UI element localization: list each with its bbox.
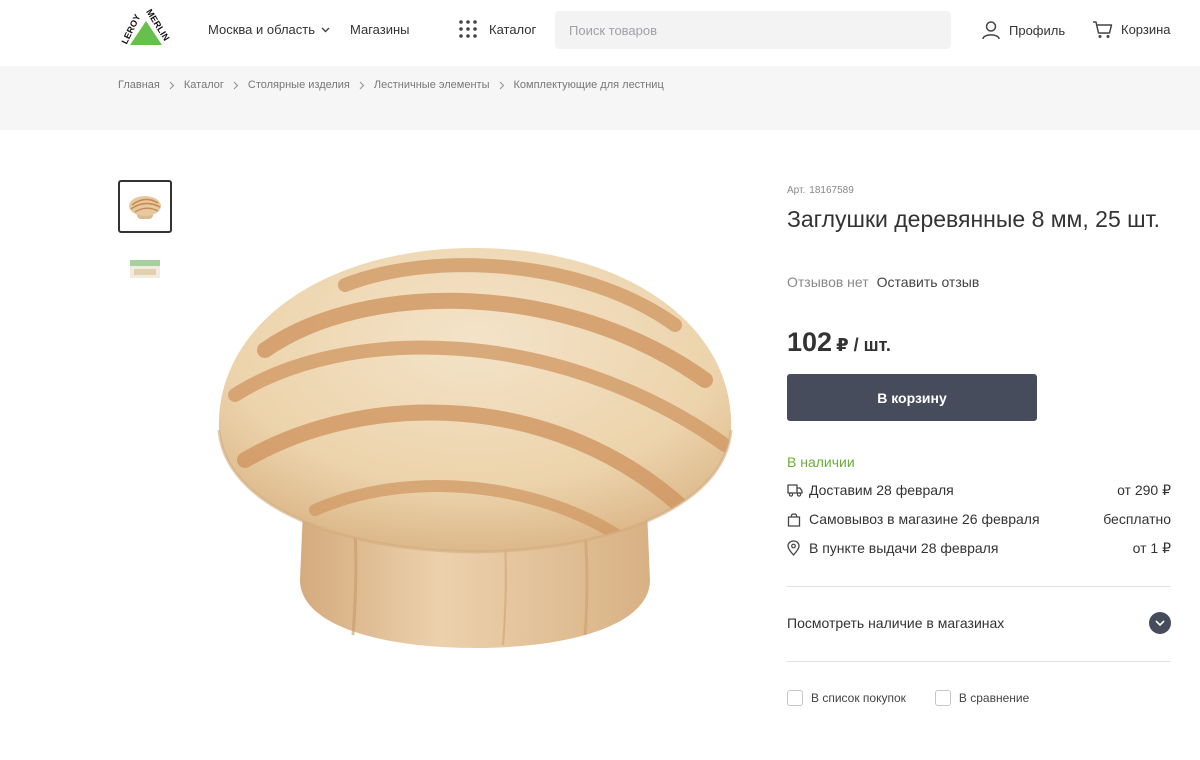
search-input[interactable]	[555, 11, 951, 49]
package-thumbnail-image	[130, 259, 160, 278]
breadcrumb-item-stair-elements[interactable]: Лестничные элементы	[374, 79, 490, 91]
grid-dots-icon	[459, 20, 477, 38]
gallery-thumbnail-2[interactable]	[118, 241, 172, 294]
leave-review-link[interactable]: Оставить отзыв	[877, 274, 980, 290]
breadcrumb: Главная Каталог Столярные изделия Лестни…	[118, 79, 664, 91]
add-to-cart-button[interactable]: В корзину	[787, 374, 1037, 421]
user-icon	[982, 21, 1000, 40]
chevron-right-icon	[499, 81, 505, 90]
pickup-point-cost: от 1 ₽	[1132, 539, 1171, 556]
product-main-image	[217, 248, 733, 648]
pickup-point-text: В пункте выдачи 28 февраля	[809, 540, 999, 556]
price-value: 102	[787, 327, 833, 357]
reviews-count: Отзывов нет	[787, 274, 869, 290]
wood-plug-thumbnail-image	[129, 195, 161, 219]
pickup-cost: бесплатно	[1103, 511, 1171, 527]
chevron-right-icon	[233, 81, 239, 90]
divider	[787, 586, 1171, 587]
checkbox-box[interactable]	[787, 690, 803, 706]
breadcrumb-item-joinery[interactable]: Столярные изделия	[248, 79, 350, 91]
product-title: Заглушки деревянные 8 мм, 25 шт.	[787, 206, 1160, 232]
pickup-text: Самовывоз в магазине 26 февраля	[809, 511, 1040, 527]
profile-link[interactable]: Профиль	[981, 20, 1065, 40]
compare-label: В сравнение	[958, 691, 1030, 705]
bag-icon	[787, 512, 809, 527]
catalog-button[interactable]: Каталог	[458, 19, 536, 39]
stock-status: В наличии	[787, 454, 855, 470]
breadcrumb-item-stair-parts[interactable]: Комплектующие для лестниц	[514, 79, 664, 91]
chevron-right-icon	[359, 81, 365, 90]
product-actions: В список покупок В сравнение	[787, 690, 1029, 706]
store-availability-toggle[interactable]: Посмотреть наличие в магазинах	[787, 612, 1171, 634]
breadcrumb-item-home[interactable]: Главная	[118, 79, 160, 91]
delivery-cost: от 290 ₽	[1117, 481, 1171, 498]
divider	[787, 661, 1171, 662]
article-number: Арт. 18167589	[787, 185, 854, 196]
profile-label: Профиль	[1009, 22, 1066, 38]
checkbox-box[interactable]	[934, 690, 951, 706]
chevron-down-icon	[321, 27, 330, 32]
cart-link[interactable]: Корзина	[1092, 20, 1171, 39]
cart-label: Корзина	[1121, 22, 1171, 37]
article-value: 18167589	[809, 185, 854, 196]
stores-link[interactable]: Магазины	[350, 22, 410, 37]
cart-icon	[1093, 21, 1113, 38]
site-header: LEROY MERLIN Москва и область Магазины К…	[0, 0, 1200, 66]
breadcrumb-bar	[0, 66, 1200, 130]
delivery-text: Доставим 28 февраля	[809, 482, 954, 498]
reviews-block: Отзывов нет Оставить отзыв	[787, 274, 979, 290]
delivery-option-pickup-point: В пункте выдачи 28 февраля от 1 ₽	[787, 538, 1171, 558]
region-label: Москва и область	[208, 22, 316, 37]
article-label: Арт.	[787, 185, 806, 196]
delivery-option-courier: Доставим 28 февраля от 290 ₽	[787, 480, 1171, 500]
shopping-list-checkbox[interactable]: В список покупок	[787, 690, 906, 706]
chevron-down-icon	[1149, 612, 1171, 634]
shopping-list-label: В список покупок	[811, 691, 906, 705]
truck-icon	[787, 483, 809, 497]
breadcrumb-item-catalog[interactable]: Каталог	[184, 79, 224, 91]
store-availability-label: Посмотреть наличие в магазинах	[787, 615, 1005, 631]
price: 102 ₽ / шт.	[787, 327, 891, 358]
chevron-right-icon	[169, 81, 175, 90]
region-selector[interactable]: Москва и область	[208, 22, 330, 37]
price-unit: ₽ / шт.	[836, 335, 891, 355]
gallery-thumbnail-1[interactable]	[118, 180, 172, 233]
location-pin-icon	[787, 540, 809, 556]
delivery-option-pickup-store: Самовывоз в магазине 26 февраля бесплатн…	[787, 509, 1171, 529]
leroy-merlin-logo[interactable]: LEROY MERLIN	[118, 7, 172, 46]
compare-checkbox[interactable]: В сравнение	[934, 690, 1030, 706]
catalog-label: Каталог	[489, 21, 537, 37]
